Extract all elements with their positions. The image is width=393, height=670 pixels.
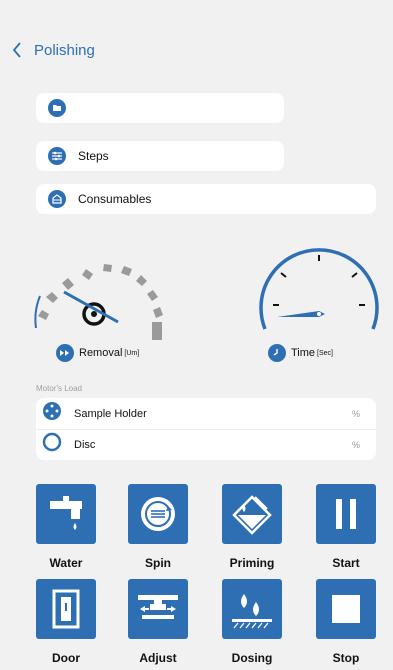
disc-row: Disc % bbox=[36, 429, 376, 460]
time-gauge bbox=[259, 248, 379, 330]
steps-field[interactable]: Steps bbox=[36, 141, 284, 171]
disc-percent: % bbox=[351, 439, 360, 450]
door-label: Door bbox=[52, 651, 80, 665]
start-label: Start bbox=[332, 556, 360, 570]
stop-button[interactable] bbox=[316, 579, 376, 639]
priming-label: Priming bbox=[229, 556, 275, 570]
consumables-label: Consumables bbox=[78, 192, 152, 206]
sample-holder-percent: % bbox=[351, 408, 360, 419]
door-icon bbox=[52, 589, 80, 629]
sample-holder-icon bbox=[42, 401, 62, 426]
motor-load-panel: Sample Holder % Disc % bbox=[36, 398, 376, 460]
priming-icon bbox=[232, 495, 272, 535]
time-gauge-label: Time [Sec] bbox=[268, 344, 333, 362]
dosing-button[interactable] bbox=[222, 579, 282, 639]
adjust-icon bbox=[138, 595, 178, 619]
folder-icon bbox=[48, 99, 66, 117]
water-button[interactable] bbox=[36, 484, 96, 544]
consumables-field[interactable]: Consumables bbox=[36, 184, 376, 214]
adjust-label: Adjust bbox=[139, 651, 177, 665]
priming-button[interactable] bbox=[222, 484, 282, 544]
dosing-icon bbox=[232, 594, 272, 629]
dosing-label: Dosing bbox=[231, 651, 273, 665]
sample-holder-row: Sample Holder % bbox=[36, 398, 376, 429]
adjust-button[interactable] bbox=[128, 579, 188, 639]
start-button[interactable] bbox=[316, 484, 376, 544]
door-button[interactable] bbox=[36, 579, 96, 639]
back-chevron-icon[interactable] bbox=[12, 40, 28, 60]
removal-label: Removal bbox=[79, 347, 123, 359]
sample-holder-label: Sample Holder bbox=[74, 407, 147, 420]
clock-icon bbox=[268, 344, 286, 362]
spin-button[interactable] bbox=[128, 484, 188, 544]
steps-label: Steps bbox=[78, 149, 109, 163]
time-label: Time bbox=[291, 347, 316, 359]
spin-icon bbox=[141, 497, 175, 531]
header: Polishing bbox=[12, 40, 95, 60]
removal-gauge bbox=[34, 264, 163, 340]
stop-icon bbox=[332, 595, 360, 623]
removal-unit: [Um] bbox=[124, 349, 140, 357]
removal-gauge-label: Removal [Um] bbox=[56, 344, 139, 362]
motor-load-title: Motor's Load bbox=[36, 384, 82, 393]
fast-forward-icon bbox=[56, 344, 74, 362]
box-icon bbox=[48, 190, 66, 208]
stop-label: Stop bbox=[332, 651, 360, 665]
water-tap-icon bbox=[50, 496, 82, 530]
disc-icon bbox=[42, 432, 62, 457]
program-file-field[interactable] bbox=[36, 93, 284, 123]
time-unit: [Sec] bbox=[317, 349, 333, 357]
spin-label: Spin bbox=[145, 556, 171, 570]
pause-icon bbox=[336, 499, 356, 529]
page-title: Polishing bbox=[34, 41, 95, 59]
sliders-icon bbox=[48, 147, 66, 165]
water-label: Water bbox=[49, 556, 83, 570]
disc-label: Disc bbox=[74, 438, 96, 451]
